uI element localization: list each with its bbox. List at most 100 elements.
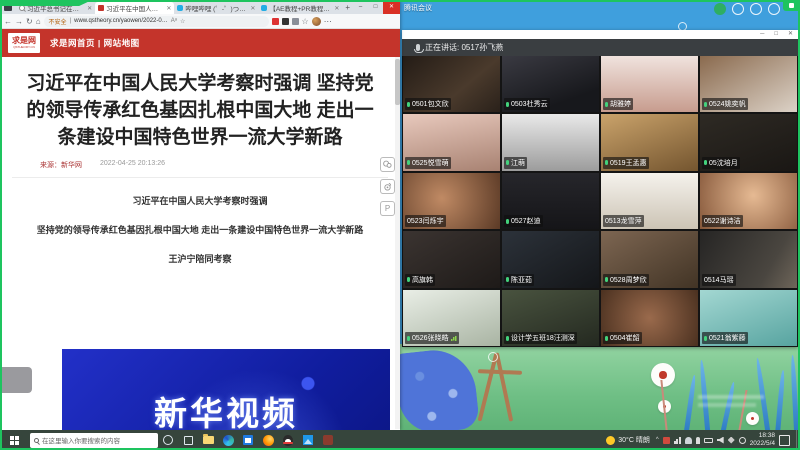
tray-security-icon[interactable] bbox=[663, 437, 670, 444]
participant-name: 0514马瑶 bbox=[704, 275, 734, 285]
favorites-icon[interactable]: ☆ bbox=[302, 17, 309, 26]
tab-close-icon[interactable]: ✕ bbox=[334, 5, 339, 12]
participant-name-badge: 江萌 bbox=[504, 157, 527, 169]
participant-tile[interactable]: 0503杜秀云 bbox=[502, 56, 599, 112]
show-desktop-button[interactable] bbox=[796, 430, 800, 450]
screen-share-indicator[interactable] bbox=[783, 0, 800, 11]
task-view-button[interactable] bbox=[178, 430, 198, 450]
desktop-floating-icons[interactable] bbox=[714, 3, 780, 15]
back-icon[interactable]: ← bbox=[4, 17, 12, 26]
participant-tile[interactable]: 0513龙雪萍 bbox=[601, 173, 698, 229]
share-weibo-icon[interactable] bbox=[380, 179, 395, 194]
tab-close-icon[interactable]: ✕ bbox=[87, 5, 92, 12]
file-explorer-button[interactable] bbox=[198, 430, 218, 450]
firefox-icon bbox=[263, 435, 274, 446]
maximize-button[interactable]: □ bbox=[368, 4, 383, 10]
battery-icon[interactable] bbox=[704, 438, 713, 443]
extension-icon-dark[interactable] bbox=[282, 18, 289, 25]
address-bar[interactable]: 不安全 | www.qstheory.cn/yaowen/2022-0… Aᵃ … bbox=[44, 16, 269, 27]
participant-tile[interactable]: 0519王孟惠 bbox=[601, 114, 698, 170]
reader-icon[interactable]: Aᵃ bbox=[171, 18, 177, 24]
new-tab-button[interactable]: + bbox=[345, 3, 350, 12]
taskbar-weather[interactable]: 30°C 晴朗 bbox=[606, 435, 650, 445]
photos-button[interactable] bbox=[298, 430, 318, 450]
home-icon[interactable]: ⌂ bbox=[36, 17, 41, 26]
qq-button[interactable] bbox=[278, 430, 298, 450]
tab-bilibili[interactable]: 哔哩哔哩 (゜-゜)つロ⋯ ✕ bbox=[174, 2, 258, 14]
close-button[interactable]: ✕ bbox=[383, 0, 400, 14]
refresh-icon[interactable]: ↻ bbox=[26, 17, 33, 26]
participant-tile[interactable]: 0526张晓皓 bbox=[403, 290, 500, 346]
participant-tile[interactable]: 0523闫烁宇 bbox=[403, 173, 500, 229]
participant-name-badge: 05沈培月 bbox=[702, 157, 740, 169]
participant-tile[interactable]: 江萌 bbox=[502, 114, 599, 170]
usb-icon[interactable] bbox=[728, 437, 735, 444]
participant-tile[interactable]: 05沈培月 bbox=[700, 114, 797, 170]
participant-tile[interactable]: 0504崔韶 bbox=[601, 290, 698, 346]
share-wechat-icon[interactable] bbox=[380, 157, 395, 172]
participant-tile[interactable]: 0527赵迪 bbox=[502, 173, 599, 229]
tab-bilibili-tutorial[interactable]: 【AE教程+PR教程】⋯ ✕ bbox=[258, 2, 342, 14]
cortana-button[interactable] bbox=[158, 430, 178, 450]
tab-close-icon[interactable]: ✕ bbox=[166, 5, 171, 12]
participant-tile[interactable]: 0521翁紫藤 bbox=[700, 290, 797, 346]
start-button[interactable] bbox=[0, 430, 28, 450]
qstheory-logo[interactable]: 求是网 QSTHEORY.CN bbox=[8, 33, 40, 53]
extension-icon-grey[interactable] bbox=[292, 18, 299, 25]
more-menu-icon[interactable]: ⋯ bbox=[324, 17, 332, 26]
edge-button[interactable] bbox=[218, 430, 238, 450]
meeting-close-button[interactable]: ✕ bbox=[788, 30, 793, 39]
minimize-button[interactable]: – bbox=[353, 4, 368, 10]
cloud-icon[interactable] bbox=[685, 437, 692, 444]
participant-tile[interactable]: 0522谢诗洁 bbox=[700, 173, 797, 229]
floating-icon-green[interactable] bbox=[714, 3, 726, 15]
microphone-icon bbox=[416, 44, 420, 51]
participant-tile[interactable]: 胡雅婷 bbox=[601, 56, 698, 112]
meeting-maximize-button[interactable]: □ bbox=[774, 30, 778, 39]
taskbar-clock[interactable]: 18:38 2022/5/4 bbox=[750, 432, 775, 448]
tab-close-icon[interactable]: ✕ bbox=[250, 5, 255, 12]
scrollbar-thumb[interactable] bbox=[395, 59, 400, 105]
page-scrollbar[interactable] bbox=[395, 57, 400, 429]
store-button[interactable] bbox=[238, 430, 258, 450]
favorite-star-icon[interactable]: ☆ bbox=[180, 18, 185, 25]
edge-icon bbox=[223, 435, 234, 446]
network-icon[interactable] bbox=[674, 437, 681, 444]
hidden-icons-chevron[interactable]: ^ bbox=[656, 437, 659, 443]
red-app-icon bbox=[323, 435, 333, 445]
participant-tile[interactable]: 0514马瑶 bbox=[700, 231, 797, 287]
taskbar-search-input[interactable]: 在这里输入你要搜索的内容 bbox=[30, 433, 158, 448]
participant-tile[interactable]: 设计学五班18汪测深 bbox=[502, 290, 599, 346]
participant-tile[interactable]: 0501包文欣 bbox=[403, 56, 500, 112]
action-center-icon[interactable] bbox=[779, 435, 790, 446]
participant-name-badge: 0522谢诗洁 bbox=[702, 215, 743, 227]
floating-icon-3[interactable] bbox=[768, 3, 780, 15]
meeting-shortcut-label[interactable]: 腾讯会议 bbox=[404, 3, 432, 13]
participant-tile[interactable]: 0524姚奕帆 bbox=[700, 56, 797, 112]
clock-date: 2022/5/4 bbox=[750, 440, 775, 448]
firefox-button[interactable] bbox=[258, 430, 278, 450]
profile-avatar[interactable] bbox=[312, 17, 321, 26]
share-pin-icon[interactable]: P bbox=[380, 201, 395, 216]
participant-tile[interactable]: 陈亚茹 bbox=[502, 231, 599, 287]
tray-mic-icon[interactable] bbox=[696, 437, 700, 444]
participant-tile[interactable]: 高旗韩 bbox=[403, 231, 500, 287]
forward-icon[interactable]: → bbox=[15, 17, 23, 26]
tab-qstheory-article[interactable]: 习近平在中国人民⋯ ✕ bbox=[95, 2, 174, 14]
mic-icon bbox=[605, 277, 608, 282]
red-app-button[interactable] bbox=[318, 430, 338, 450]
meeting-minimize-button[interactable]: ─ bbox=[760, 30, 764, 39]
article-paragraph: 王沪宁陪同考察 bbox=[0, 252, 400, 265]
site-nav-links[interactable]: 求是网首页 | 网站地图 bbox=[50, 37, 140, 49]
active-speaker-text: 正在讲话: 0517孙飞燕 bbox=[425, 42, 503, 53]
participant-tile[interactable]: 0525悦雪萌 bbox=[403, 114, 500, 170]
article-body: 习近平在中国人民大学考察时强调 坚持党的领导传承红色基因扎根中国大地 走出一条建… bbox=[0, 194, 400, 265]
floating-mini-panel[interactable] bbox=[0, 367, 32, 393]
participant-tile[interactable]: 0528周梦欣 bbox=[601, 231, 698, 287]
ime-icon[interactable] bbox=[739, 437, 746, 444]
extension-icon-red[interactable] bbox=[272, 18, 279, 25]
volume-icon[interactable] bbox=[717, 437, 724, 444]
participant-name: 胡雅婷 bbox=[610, 99, 631, 109]
floating-icon-2[interactable] bbox=[750, 3, 762, 15]
floating-icon-1[interactable] bbox=[732, 3, 744, 15]
